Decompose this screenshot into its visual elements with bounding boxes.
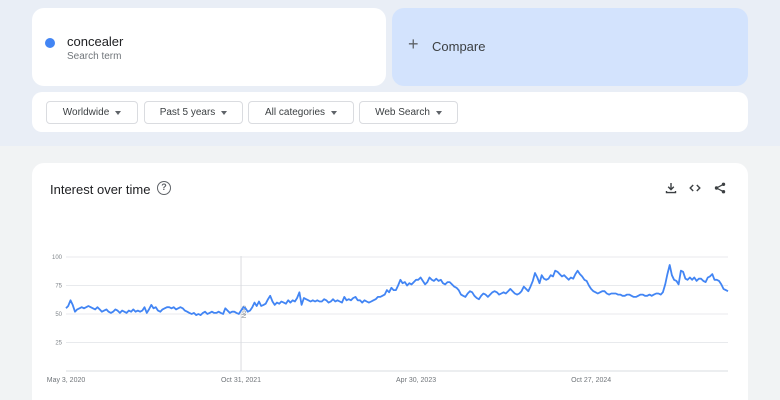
caret-down-icon — [435, 110, 442, 115]
term-type-label: Search term — [67, 51, 122, 62]
time-range-filter-label: Past 5 years — [159, 107, 216, 118]
y-tick-label: 100 — [52, 255, 63, 261]
y-tick-label: 25 — [55, 341, 62, 347]
interest-over-time-card: Interest over time ? 25 50 75 100 May 3, 202… — [32, 163, 748, 400]
search-type-filter[interactable]: Web Search — [359, 101, 458, 124]
location-filter-label: Worldwide — [62, 107, 110, 118]
compare-label: Compare — [432, 39, 486, 54]
x-tick-label: Apr 30, 2023 — [396, 377, 436, 384]
caret-down-icon — [331, 110, 338, 115]
plus-icon: + — [408, 34, 419, 54]
search-type-filter-label: Web Search — [375, 107, 430, 118]
y-tick-label: 50 — [55, 312, 62, 318]
x-tick-label: Oct 27, 2024 — [571, 377, 611, 384]
caret-down-icon — [221, 110, 228, 115]
y-tick-label: 75 — [55, 284, 62, 290]
time-range-filter[interactable]: Past 5 years — [144, 101, 243, 124]
interest-line-chart: 25 50 75 100 May 3, 2020 Oct 31, 2021 Apr 30, … — [47, 255, 729, 384]
filter-bar: Worldwide Past 5 years All categories We… — [32, 92, 748, 132]
category-filter-label: All categories — [264, 107, 326, 118]
x-tick-label: May 3, 2020 — [47, 377, 86, 384]
caret-down-icon — [115, 110, 122, 115]
compare-button[interactable]: + Compare — [392, 8, 748, 86]
term-name[interactable]: concealer — [67, 34, 123, 49]
term-color-dot — [45, 38, 55, 48]
search-term-card[interactable]: concealer Search term — [32, 8, 386, 86]
x-tick-label: Oct 31, 2021 — [221, 377, 261, 384]
location-filter[interactable]: Worldwide — [46, 101, 138, 124]
category-filter[interactable]: All categories — [248, 101, 354, 124]
series-line-concealer — [65, 264, 729, 316]
